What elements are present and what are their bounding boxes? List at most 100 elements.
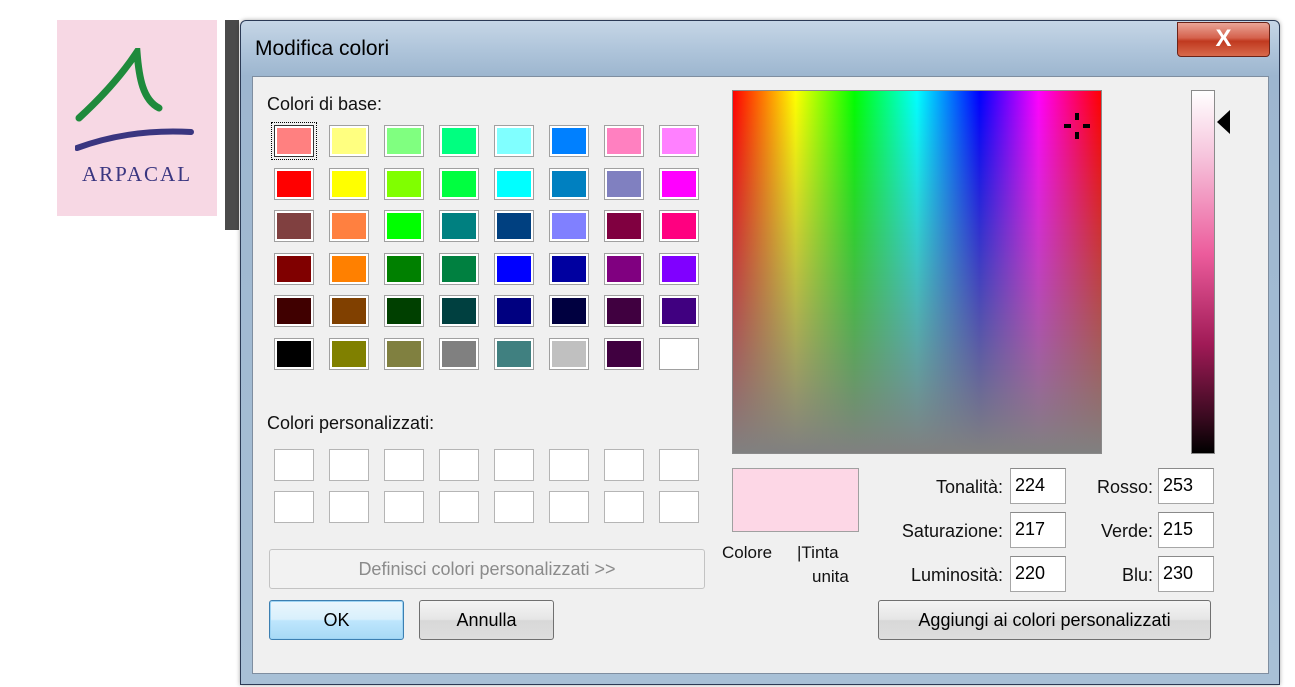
swatch-fill xyxy=(332,170,366,197)
blue-input[interactable]: 230 xyxy=(1158,556,1214,592)
custom-color-swatch[interactable] xyxy=(274,449,314,481)
basic-color-swatch[interactable] xyxy=(659,295,699,327)
basic-color-swatch[interactable] xyxy=(494,167,534,200)
swatch-fill xyxy=(442,213,476,239)
close-button[interactable]: X xyxy=(1177,22,1270,57)
basic-color-swatch[interactable] xyxy=(384,167,424,200)
basic-color-swatch[interactable] xyxy=(439,252,479,285)
custom-color-swatch[interactable] xyxy=(274,491,314,523)
dialog-content: Colori di base: Colori personalizzati: D… xyxy=(252,76,1269,674)
basic-color-swatch[interactable] xyxy=(659,210,699,242)
basic-color-swatch[interactable] xyxy=(384,337,424,370)
basic-color-swatch[interactable] xyxy=(604,295,644,327)
swatch-fill xyxy=(607,340,641,367)
custom-color-swatch[interactable] xyxy=(659,449,699,481)
basic-color-swatch[interactable] xyxy=(659,337,699,370)
basic-color-swatch[interactable] xyxy=(271,122,317,160)
luminosity-arrow-icon[interactable] xyxy=(1217,110,1230,134)
basic-color-swatch[interactable] xyxy=(604,252,644,285)
basic-color-swatch[interactable] xyxy=(274,295,314,327)
custom-color-swatch[interactable] xyxy=(494,449,534,481)
swatch-fill xyxy=(662,213,696,239)
basic-color-swatch[interactable] xyxy=(494,125,534,157)
saturation-input[interactable]: 217 xyxy=(1010,512,1066,548)
luminosity-label: Luminosità: xyxy=(910,565,1003,585)
custom-color-swatch[interactable] xyxy=(439,449,479,481)
basic-color-swatch[interactable] xyxy=(494,252,534,285)
basic-color-swatch[interactable] xyxy=(549,167,589,200)
ok-button[interactable]: OK xyxy=(269,600,404,640)
basic-color-swatch[interactable] xyxy=(329,295,369,327)
basic-color-swatch[interactable] xyxy=(549,210,589,242)
custom-color-swatch[interactable] xyxy=(494,491,534,523)
basic-color-swatch[interactable] xyxy=(549,295,589,327)
custom-color-swatch[interactable] xyxy=(604,491,644,523)
basic-color-swatch[interactable] xyxy=(329,252,369,285)
custom-color-swatch[interactable] xyxy=(549,449,589,481)
custom-color-swatch[interactable] xyxy=(384,449,424,481)
luminosity-slider[interactable] xyxy=(1191,90,1215,454)
basic-color-swatch[interactable] xyxy=(439,210,479,242)
custom-color-swatch[interactable] xyxy=(549,491,589,523)
basic-color-swatch[interactable] xyxy=(659,167,699,200)
background-strip xyxy=(225,20,239,230)
basic-color-swatch[interactable] xyxy=(274,167,314,200)
custom-color-swatch[interactable] xyxy=(329,491,369,523)
custom-color-swatch[interactable] xyxy=(384,491,424,523)
basic-color-swatch[interactable] xyxy=(329,125,369,157)
title-bar[interactable]: Modifica colori X xyxy=(241,21,1279,76)
basic-color-swatch[interactable] xyxy=(494,210,534,242)
basic-color-swatch[interactable] xyxy=(384,252,424,285)
basic-color-swatch[interactable] xyxy=(384,295,424,327)
swatch-fill xyxy=(497,298,531,324)
red-input[interactable]: 253 xyxy=(1158,468,1214,504)
swatch-fill xyxy=(607,128,641,154)
basic-color-swatch[interactable] xyxy=(384,125,424,157)
green-label: Verde: xyxy=(1100,521,1153,541)
swatch-fill xyxy=(387,298,421,324)
custom-color-swatch[interactable] xyxy=(329,449,369,481)
basic-color-swatch[interactable] xyxy=(274,252,314,285)
hue-label: Tonalità: xyxy=(935,477,1003,497)
swatch-fill xyxy=(497,340,531,367)
custom-color-swatch[interactable] xyxy=(604,449,644,481)
basic-color-swatch[interactable] xyxy=(604,337,644,370)
define-custom-colors-button[interactable]: Definisci colori personalizzati >> xyxy=(269,549,705,589)
basic-color-swatch[interactable] xyxy=(439,167,479,200)
basic-color-swatch[interactable] xyxy=(274,337,314,370)
basic-color-swatch[interactable] xyxy=(439,337,479,370)
custom-color-swatch[interactable] xyxy=(659,491,699,523)
basic-color-swatch[interactable] xyxy=(274,210,314,242)
add-custom-color-button[interactable]: Aggiungi ai colori personalizzati xyxy=(878,600,1211,640)
basic-color-swatch[interactable] xyxy=(604,210,644,242)
basic-color-swatch[interactable] xyxy=(604,125,644,157)
basic-color-swatch[interactable] xyxy=(494,337,534,370)
swatch-fill xyxy=(662,255,696,282)
basic-color-swatch[interactable] xyxy=(604,167,644,200)
basic-color-swatch[interactable] xyxy=(439,125,479,157)
basic-color-swatch[interactable] xyxy=(659,125,699,157)
basic-color-swatch[interactable] xyxy=(439,295,479,327)
basic-color-swatch[interactable] xyxy=(659,252,699,285)
basic-color-swatch[interactable] xyxy=(329,167,369,200)
basic-color-swatch[interactable] xyxy=(494,295,534,327)
custom-color-swatch[interactable] xyxy=(439,491,479,523)
swatch-fill xyxy=(497,213,531,239)
cancel-button[interactable]: Annulla xyxy=(419,600,554,640)
hue-input[interactable]: 224 xyxy=(1010,468,1066,504)
basic-color-swatch[interactable] xyxy=(384,210,424,242)
color-spectrum[interactable] xyxy=(732,90,1102,454)
green-input[interactable]: 215 xyxy=(1158,512,1214,548)
basic-color-swatch[interactable] xyxy=(549,252,589,285)
luminosity-input[interactable]: 220 xyxy=(1010,556,1066,592)
swatch-fill xyxy=(607,255,641,282)
crosshair-icon[interactable] xyxy=(1062,111,1092,141)
solid-label-line2: unita xyxy=(812,567,849,586)
basic-color-swatch[interactable] xyxy=(329,337,369,370)
basic-color-swatch[interactable] xyxy=(329,210,369,242)
basic-color-swatch[interactable] xyxy=(549,337,589,370)
dialog-title: Modifica colori xyxy=(255,37,390,60)
basic-color-swatch[interactable] xyxy=(549,125,589,157)
swatch-fill xyxy=(552,298,586,324)
swatch-fill xyxy=(607,298,641,324)
